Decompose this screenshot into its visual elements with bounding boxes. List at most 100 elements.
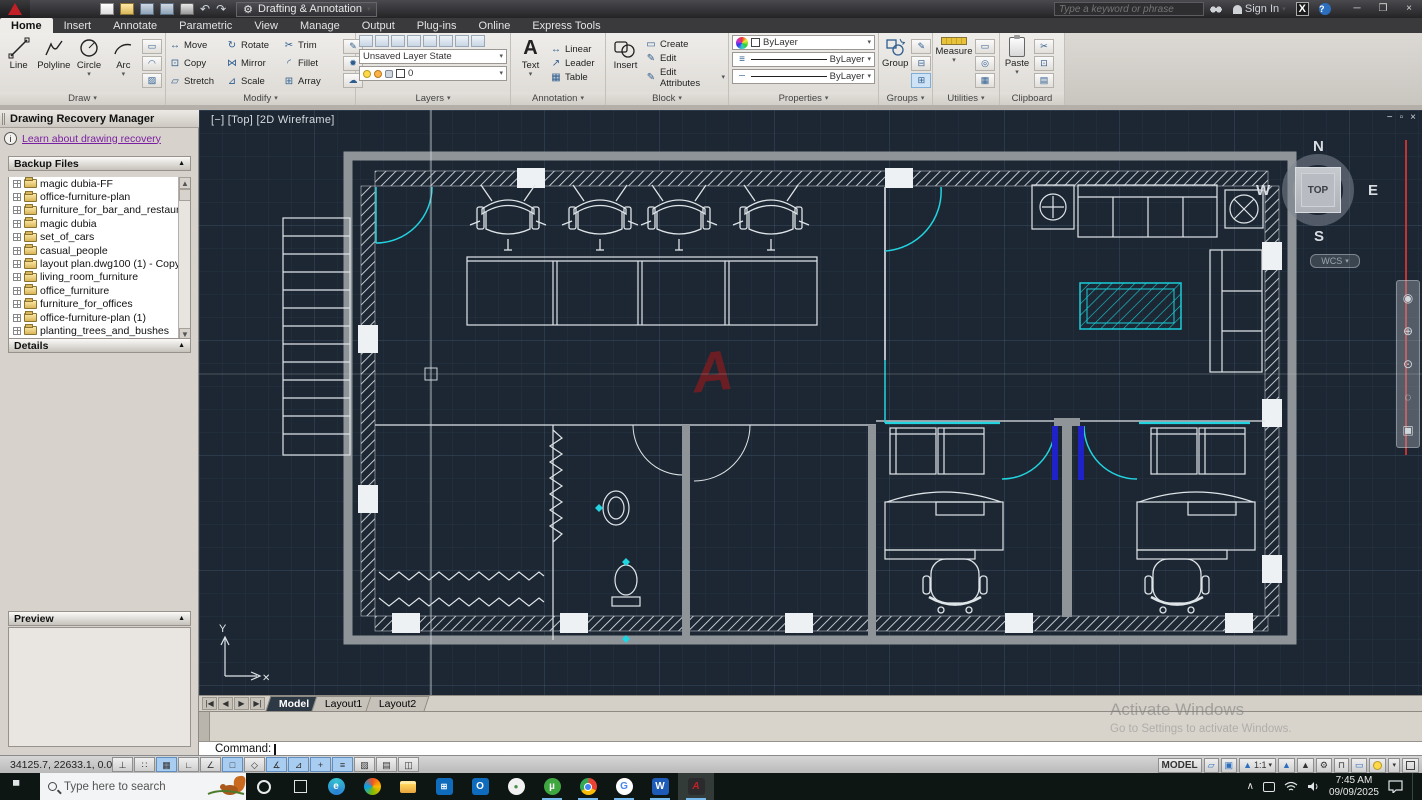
backup-file-item[interactable]: furniture_for_offices — [9, 298, 190, 311]
scroll-up-icon[interactable]: ▲ — [179, 177, 191, 189]
backup-file-item[interactable]: office-furniture-plan (1) — [9, 311, 190, 324]
3d-object-snap-toggle[interactable]: ◇ — [244, 757, 265, 772]
utorrent-taskbar-button[interactable]: µ — [534, 773, 570, 800]
backup-file-item[interactable]: furniture_for_bar_and_restaurant — [9, 204, 190, 217]
paste-button[interactable]: Paste ▾ — [1003, 35, 1031, 92]
ellipse-tool-button[interactable]: ◠ — [142, 56, 162, 71]
tab-manage[interactable]: Manage — [289, 18, 351, 33]
linetype-dropdown[interactable]: ┄ByLayer▾ — [732, 69, 875, 84]
redo-icon[interactable]: ↷ — [216, 3, 226, 15]
layer-properties-icon[interactable] — [359, 35, 373, 47]
table-button[interactable]: ▦Table — [550, 72, 595, 83]
autocad-taskbar-button[interactable]: A — [678, 773, 714, 800]
autoscale-button[interactable]: ▲ — [1297, 758, 1314, 773]
tab-output[interactable]: Output — [351, 18, 406, 33]
collapse-icon[interactable]: ▲ — [178, 160, 185, 167]
copilot-taskbar-button[interactable] — [354, 773, 390, 800]
palette-grip[interactable] — [2, 113, 5, 125]
mirror-button[interactable]: ⋈Mirror — [226, 55, 283, 73]
restore-button[interactable]: ❐ — [1370, 0, 1396, 18]
plot-icon[interactable] — [180, 3, 194, 15]
polyline-button[interactable]: Polyline — [37, 35, 70, 92]
backup-file-item[interactable]: office-furniture-plan — [9, 190, 190, 203]
collapse-icon[interactable]: ▲ — [178, 615, 185, 622]
tray-expand-icon[interactable]: ∧ — [1247, 781, 1254, 792]
tab-parametric[interactable]: Parametric — [168, 18, 243, 33]
infer-constraints-toggle[interactable]: ⊥ — [112, 757, 133, 772]
expand-icon[interactable] — [13, 260, 21, 268]
pill-app-button[interactable]: ● — [498, 773, 534, 800]
prev-tab-button[interactable]: ◀ — [218, 697, 233, 710]
minimize-button[interactable]: ─ — [1344, 0, 1370, 18]
stretch-button[interactable]: ▱Stretch — [169, 73, 226, 91]
leader-button[interactable]: ↗Leader — [550, 58, 595, 69]
quick-properties-toggle[interactable]: ▤ — [376, 757, 397, 772]
grid-display-toggle[interactable]: ▦ — [156, 757, 177, 772]
expand-icon[interactable] — [13, 287, 21, 295]
open-file-icon[interactable] — [120, 3, 134, 15]
backup-file-item[interactable]: planting_trees_and_bushes — [9, 324, 190, 337]
backup-file-item[interactable]: living_room_furniture — [9, 271, 190, 284]
sign-in-button[interactable]: Sign In ▾ — [1233, 3, 1286, 15]
layer-unlock-icon[interactable] — [471, 35, 485, 47]
panel-label-modify[interactable]: Modify▾ — [166, 92, 355, 105]
annotation-visibility-button[interactable]: ▲ — [1278, 758, 1295, 773]
edge-taskbar-button[interactable]: e — [318, 773, 354, 800]
viewcube-west[interactable]: W — [1256, 182, 1270, 199]
circle-button[interactable]: Circle ▾ — [73, 35, 104, 92]
action-center-icon[interactable] — [1388, 780, 1403, 793]
panel-label-properties[interactable]: Properties▾ — [729, 92, 878, 105]
object-color-dropdown[interactable]: ByLayer▾ — [732, 35, 875, 50]
show-desktop-button[interactable] — [1412, 773, 1416, 800]
viewcube[interactable]: N W E S TOP — [1258, 140, 1382, 264]
layer-match-icon[interactable] — [375, 35, 389, 47]
expand-icon[interactable] — [13, 206, 21, 214]
paste-special-button[interactable]: ▤ — [1034, 73, 1054, 88]
expand-icon[interactable] — [13, 314, 21, 322]
edit-block-button[interactable]: ✎Edit — [645, 53, 725, 64]
chrome-taskbar-button[interactable] — [570, 773, 606, 800]
backup-file-item[interactable]: set_of_cars — [9, 231, 190, 244]
backup-file-item[interactable]: magic dubia-FF — [9, 177, 190, 190]
zoom-icon[interactable]: ⊙ — [1403, 357, 1413, 371]
panel-label-annotation[interactable]: Annotation▾ — [511, 92, 605, 105]
viewcube-top-face[interactable]: TOP — [1295, 167, 1341, 213]
google-app-taskbar-button[interactable]: G — [606, 773, 642, 800]
dynamic-input-toggle[interactable]: + — [310, 757, 331, 772]
tab-annotate[interactable]: Annotate — [102, 18, 168, 33]
arc-button[interactable]: Arc ▾ — [108, 35, 139, 92]
scroll-thumb[interactable] — [179, 189, 191, 201]
group-button[interactable]: Group — [882, 35, 908, 92]
wifi-icon[interactable] — [1284, 781, 1298, 792]
expand-icon[interactable] — [13, 180, 21, 188]
ortho-mode-toggle[interactable]: ∟ — [178, 757, 199, 772]
search-button[interactable] — [1209, 5, 1223, 14]
line-button[interactable]: Line — [3, 35, 34, 92]
snap-mode-toggle[interactable]: ∷ — [134, 757, 155, 772]
array-button[interactable]: ⊞Array — [283, 73, 340, 91]
object-snap-tracking-toggle[interactable]: ∡ — [266, 757, 287, 772]
navigation-bar[interactable]: ◉ ⊕ ⊙ ◌ ▣ — [1396, 280, 1420, 448]
wcs-menu[interactable]: WCS ▾ — [1310, 254, 1360, 268]
viewcube-north[interactable]: N — [1313, 138, 1324, 155]
outlook-taskbar-button[interactable]: O — [462, 773, 498, 800]
rotate-button[interactable]: ↻Rotate — [226, 37, 283, 55]
coordinates-display[interactable]: 34125.7, 22633.1, 0.0 — [10, 759, 112, 771]
group-edit-button[interactable]: ✎ — [911, 39, 931, 54]
fillet-button[interactable]: ◜Fillet — [283, 55, 340, 73]
file-explorer-button[interactable] — [390, 773, 426, 800]
layer-lock-icon[interactable] — [455, 35, 469, 47]
expand-icon[interactable] — [13, 273, 21, 281]
model-paper-toggle[interactable]: MODEL — [1158, 758, 1202, 773]
preview-header[interactable]: Preview ▲ — [8, 611, 191, 626]
scale-button[interactable]: ⊿Scale — [226, 73, 283, 91]
volume-icon[interactable] — [1307, 781, 1320, 792]
expand-icon[interactable] — [13, 220, 21, 228]
backup-files-header[interactable]: Backup Files ▲ — [8, 156, 191, 171]
panel-label-utilities[interactable]: Utilities▾ — [933, 92, 999, 105]
tab-express-tools[interactable]: Express Tools — [521, 18, 611, 33]
palette-title-bar[interactable]: Drawing Recovery Manager — [0, 110, 199, 128]
panel-label-block[interactable]: Block▾ — [606, 92, 728, 105]
pan-icon[interactable]: ⊕ — [1403, 324, 1413, 338]
tab-insert[interactable]: Insert — [53, 18, 103, 33]
